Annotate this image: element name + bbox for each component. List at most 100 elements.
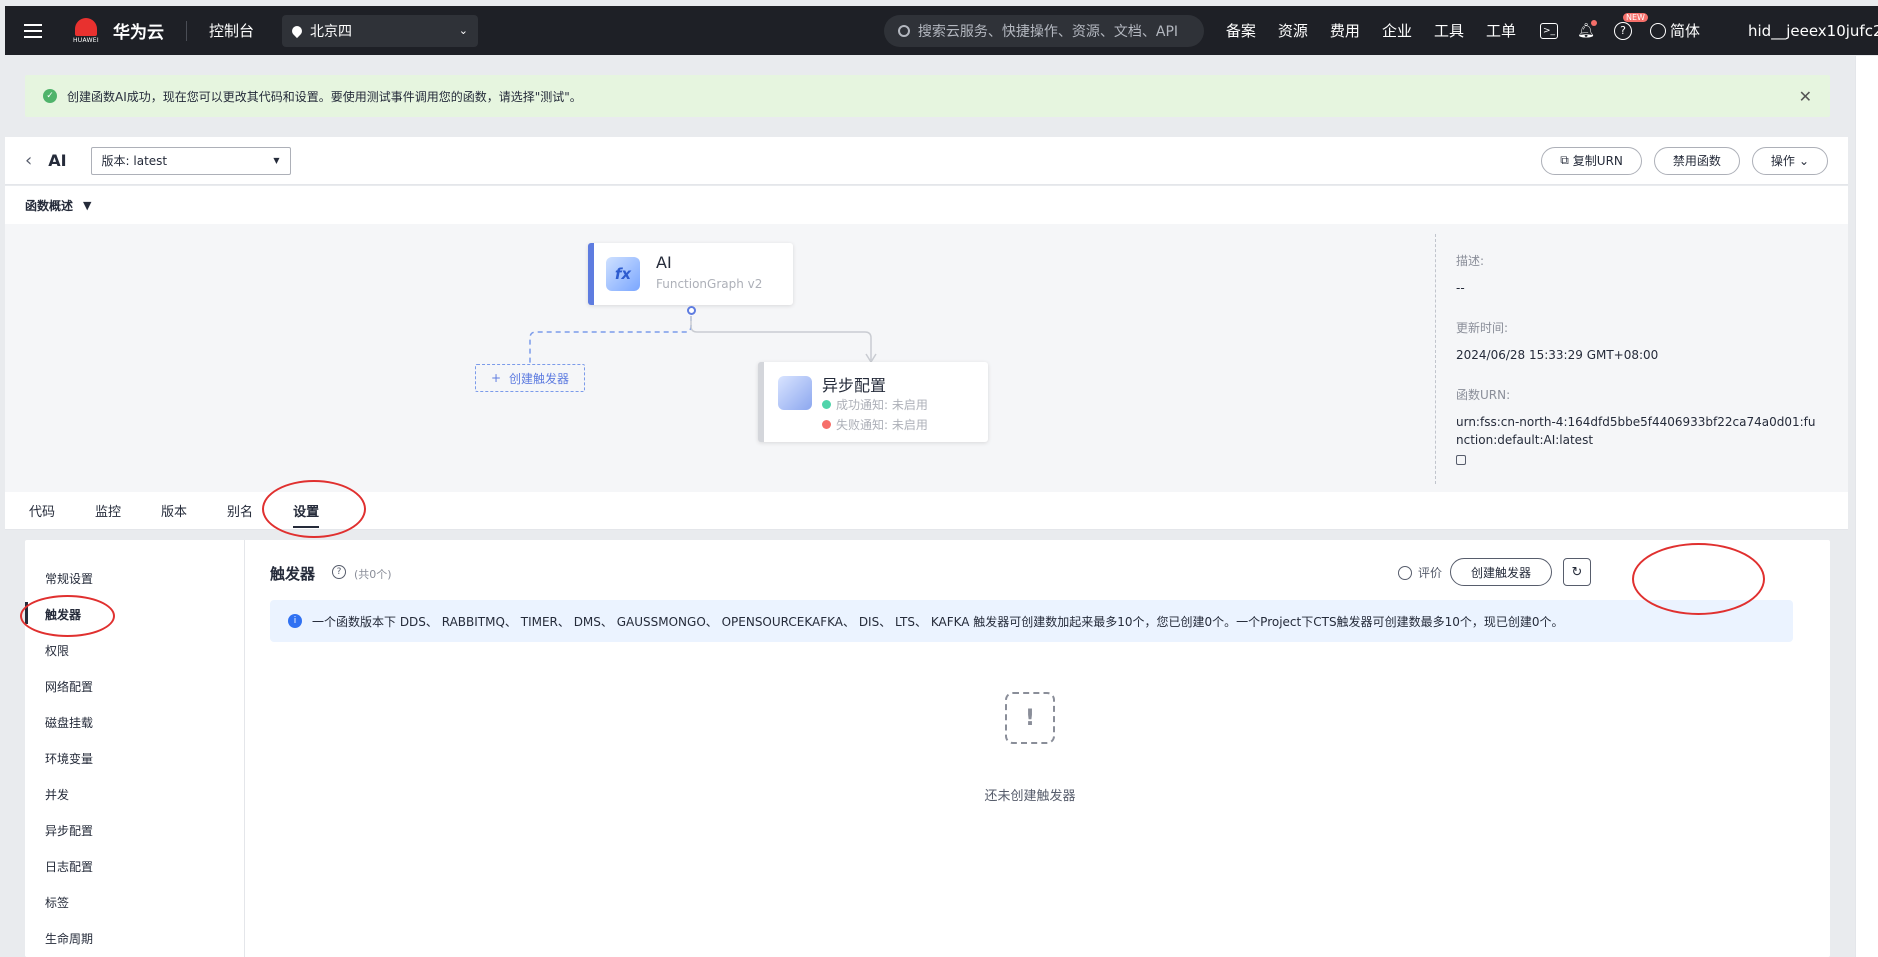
search-icon bbox=[897, 24, 910, 37]
nav-resources[interactable]: 资源 bbox=[1278, 20, 1308, 41]
overview-title: 函数概述 bbox=[25, 198, 74, 213]
function-name: AI bbox=[48, 151, 67, 170]
bell-icon[interactable]: 🔔︎ bbox=[1576, 19, 1597, 41]
tab-settings[interactable]: 设置 bbox=[293, 492, 320, 530]
settings-nav: 常规设置 触发器 权限 网络配置 磁盘挂载 环境变量 并发 异步配置 日志配置 … bbox=[24, 540, 245, 957]
back-arrow-icon[interactable]: ‹ bbox=[25, 150, 32, 171]
copy-icon: ⧉ bbox=[1560, 153, 1569, 167]
nav-icon-group: >_ 🔔︎ ? NEW 简体 bbox=[1539, 12, 1700, 41]
tab-monitor[interactable]: 监控 bbox=[95, 492, 121, 530]
huawei-logo-icon: HUAWEI bbox=[69, 14, 103, 48]
function-node-subtitle: FunctionGraph v2 bbox=[656, 277, 763, 291]
smile-icon bbox=[1398, 565, 1412, 580]
function-tabs: 代码 监控 版本 别名 设置 bbox=[5, 492, 1848, 530]
function-node[interactable]: fx AI FunctionGraph v2 bbox=[588, 243, 793, 305]
info-icon: i bbox=[288, 614, 302, 628]
updated-time-value: 2024/06/28 15:33:29 GMT+08:00 bbox=[1456, 348, 1659, 362]
help-circle-icon[interactable]: ? bbox=[332, 565, 346, 579]
updated-time-label: 更新时间: bbox=[1456, 321, 1509, 335]
empty-state-text: 还未创建触发器 bbox=[984, 789, 1076, 804]
copy-urn-button[interactable]: ⧉ 复制URN bbox=[1541, 146, 1642, 175]
check-circle-icon: ✓ bbox=[43, 89, 57, 103]
success-notify-label: 成功通知: 未启用 bbox=[836, 398, 928, 412]
description-value: -- bbox=[1456, 281, 1465, 295]
close-icon[interactable]: ✕ bbox=[1799, 87, 1812, 106]
trigger-count: (共0个) bbox=[354, 568, 392, 581]
brand-logo[interactable]: HUAWEI 华为云 bbox=[69, 14, 164, 48]
caret-down-icon: ▼ bbox=[273, 156, 280, 165]
disable-function-button[interactable]: 禁用函数 bbox=[1653, 146, 1740, 175]
rate-label: 评价 bbox=[1418, 566, 1443, 580]
fail-notify-label: 失败通知: 未启用 bbox=[836, 418, 928, 432]
create-trigger-node-label: 创建触发器 bbox=[509, 371, 570, 386]
notice-text: 一个函数版本下 DDS、 RABBITMQ、 TIMER、 DMS、 GAUSS… bbox=[312, 614, 1564, 629]
urn-label: 函数URN: bbox=[1456, 388, 1511, 402]
trigger-title: 触发器 bbox=[270, 565, 316, 583]
settings-nav-env-vars[interactable]: 环境变量 bbox=[45, 750, 93, 767]
create-trigger-node[interactable]: + 创建触发器 bbox=[475, 364, 585, 392]
settings-nav-permissions[interactable]: 权限 bbox=[45, 642, 69, 659]
function-diagram: fx AI FunctionGraph v2 + 创建触发器 异步配置 成功通知… bbox=[5, 224, 1848, 492]
plus-icon: + bbox=[490, 371, 502, 385]
version-select[interactable]: 版本: latest ▼ bbox=[90, 146, 291, 175]
status-dot bbox=[822, 420, 831, 429]
globe-icon bbox=[1649, 22, 1666, 39]
help-icon[interactable]: ? NEW bbox=[1613, 12, 1648, 40]
tab-versions[interactable]: 版本 bbox=[161, 492, 187, 530]
tab-aliases[interactable]: 别名 bbox=[227, 492, 253, 530]
function-fx-icon: fx bbox=[606, 257, 640, 291]
terminal-icon[interactable]: >_ bbox=[1539, 22, 1558, 39]
version-label: 版本: latest bbox=[101, 154, 168, 168]
copy-urn-icon[interactable] bbox=[1456, 455, 1466, 465]
settings-panel: 常规设置 触发器 权限 网络配置 磁盘挂载 环境变量 并发 异步配置 日志配置 … bbox=[24, 540, 1830, 957]
create-trigger-button[interactable]: 创建触发器 bbox=[1450, 558, 1552, 586]
user-account-menu[interactable]: hid__jeeex10jufc2bx bbox=[1748, 22, 1878, 40]
tab-code[interactable]: 代码 bbox=[29, 492, 55, 530]
settings-nav-triggers[interactable]: 触发器 bbox=[24, 602, 81, 624]
region-label: 北京四 bbox=[310, 23, 353, 40]
settings-nav-async[interactable]: 异步配置 bbox=[45, 822, 93, 839]
overview-toggle[interactable]: 函数概述 ▼ bbox=[5, 186, 1848, 224]
settings-nav-logging[interactable]: 日志配置 bbox=[45, 858, 93, 875]
async-node-title: 异步配置 bbox=[822, 376, 887, 395]
new-badge: NEW bbox=[1622, 12, 1648, 22]
refresh-icon[interactable]: ↻ bbox=[1563, 558, 1591, 586]
hamburger-menu-icon[interactable] bbox=[5, 6, 61, 55]
actions-dropdown-button[interactable]: 操作 ⌄ bbox=[1751, 146, 1828, 175]
diagram-connectors bbox=[529, 316, 877, 364]
function-info-panel: 描述: -- 更新时间: 2024/06/28 15:33:29 GMT+08:… bbox=[1435, 234, 1835, 484]
nav-billing[interactable]: 费用 bbox=[1330, 20, 1360, 41]
settings-nav-lifecycle[interactable]: 生命周期 bbox=[45, 930, 93, 947]
settings-nav-concurrency[interactable]: 并发 bbox=[45, 786, 69, 803]
success-message: 创建函数AI成功，现在您可以更改其代码和设置。要使用测试事件调用您的函数，请选择… bbox=[67, 89, 582, 104]
nav-links: 备案 资源 费用 企业 工具 工单 bbox=[1226, 20, 1516, 41]
nav-tickets[interactable]: 工单 bbox=[1486, 20, 1516, 41]
chevron-down-icon: ⌄ bbox=[458, 24, 469, 37]
language-switcher[interactable]: 简体 bbox=[1649, 20, 1700, 41]
async-config-node[interactable]: 异步配置 成功通知: 未启用 失败通知: 未启用 bbox=[758, 362, 988, 442]
region-selector[interactable]: 北京四 ⌄ bbox=[282, 14, 479, 47]
copy-urn-label: 复制URN bbox=[1572, 154, 1623, 168]
settings-nav-disk-mount[interactable]: 磁盘挂载 bbox=[45, 714, 93, 731]
language-label: 简体 bbox=[1669, 22, 1700, 40]
settings-nav-tags[interactable]: 标签 bbox=[45, 894, 69, 911]
fail-notify-status: 失败通知: 未启用 bbox=[822, 416, 928, 433]
nav-tools[interactable]: 工具 bbox=[1434, 20, 1464, 41]
console-link[interactable]: 控制台 bbox=[209, 20, 254, 41]
function-node-title: AI bbox=[656, 253, 672, 272]
triangle-down-icon: ▼ bbox=[83, 198, 92, 212]
right-side-panel bbox=[1855, 56, 1878, 957]
search-placeholder: 搜索云服务、快捷操作、资源、文档、API bbox=[917, 23, 1179, 40]
trigger-panel: 触发器 ? (共0个) 评价 创建触发器 ↻ i 一个函数版本下 DDS、 RA… bbox=[270, 540, 1810, 957]
function-header: ‹ AI 版本: latest ▼ ⧉ 复制URN 禁用函数 操作 ⌄ bbox=[5, 137, 1848, 185]
urn-value: urn:fss:cn-north-4:164dfd5bbe5f4406933bf… bbox=[1456, 415, 1816, 447]
nav-filing[interactable]: 备案 bbox=[1226, 20, 1256, 41]
settings-nav-general[interactable]: 常规设置 bbox=[45, 570, 93, 587]
actions-label: 操作 bbox=[1770, 154, 1795, 168]
location-pin-icon bbox=[289, 23, 305, 38]
connector-anchor bbox=[687, 306, 696, 315]
rate-feedback[interactable]: 评价 bbox=[1398, 564, 1442, 581]
nav-enterprise[interactable]: 企业 bbox=[1382, 20, 1412, 41]
global-search-input[interactable]: 搜索云服务、快捷操作、资源、文档、API bbox=[883, 14, 1204, 47]
settings-nav-network[interactable]: 网络配置 bbox=[45, 678, 93, 695]
